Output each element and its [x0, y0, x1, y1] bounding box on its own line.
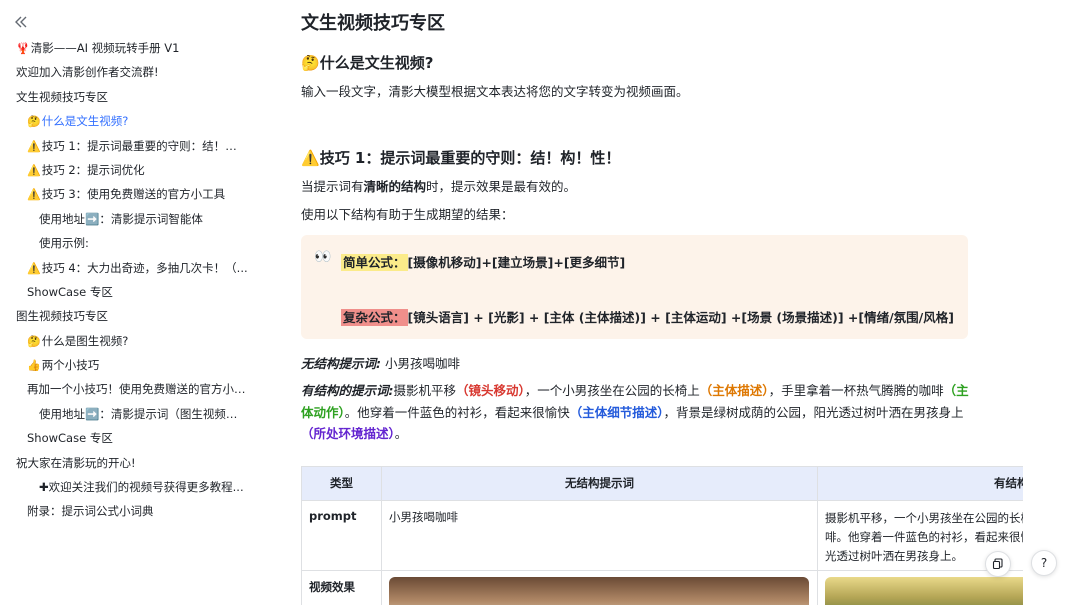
table-row: prompt 小男孩喝咖啡 摄影机平移，一个小男孩坐在公园的长椅上，手里拿着一杯…	[302, 501, 1023, 571]
toc-emoji-icon: 🤔	[27, 334, 41, 348]
sidebar-item-label: ShowCase 专区	[27, 431, 113, 446]
toc-emoji-icon: 🦞	[16, 42, 30, 55]
sidebar-item-label: 技巧 2：提示词优化	[41, 162, 145, 177]
table-cell: 小男孩喝咖啡	[382, 501, 818, 570]
table-header-cell: 类型	[302, 467, 382, 500]
sidebar-item[interactable]: 🤔什么是图生视频?	[0, 329, 262, 353]
sidebar-item-label: ✚欢迎关注我们的视频号获得更多教程...	[39, 480, 244, 495]
sidebar-item-label: 技巧 3：使用免费赠送的官方小工具	[41, 187, 226, 202]
simple-formula: 简单公式： [摄像机移动]+[建立场景]+[更多细节]	[341, 254, 626, 271]
table-header-cell: 无结构提示词	[382, 467, 818, 500]
sidebar-item-label: ShowCase 专区	[27, 284, 113, 299]
toc-emoji-icon: ⚠️	[27, 188, 41, 202]
unstructured-prompt-example: 无结构提示词: 小男孩喝咖啡	[301, 356, 460, 371]
sidebar-item-label: 清影——AI 视频玩转手册 V1	[30, 41, 180, 55]
sidebar-item[interactable]: 附录：提示词公式小词典	[0, 499, 262, 523]
tip1-paragraph-2: 使用以下结构有助于生成期望的结果：	[301, 207, 514, 222]
sidebar-item[interactable]: 祝大家在清影玩的开心!	[0, 451, 262, 475]
sidebar-item[interactable]: ⚠️技巧 4：大力出奇迹，多抽几次卡！（...	[0, 256, 262, 280]
toc-emoji-icon: 🤔	[27, 115, 41, 129]
eyes-icon: 👀	[314, 249, 332, 265]
sidebar-item-label: 技巧 4：大力出奇迹，多抽几次卡！（...	[41, 260, 248, 275]
sidebar-item[interactable]: 使用地址➡️：清影提示词智能体	[0, 207, 262, 231]
toc-list: 🦞清影——AI 视频玩转手册 V1 欢迎加入清影创作者交流群! 文生视频技巧专区 🤔什…	[0, 36, 262, 524]
sidebar-item[interactable]: 🤔什么是文生视频?	[0, 109, 262, 133]
help-circle-icon[interactable]: ?	[1031, 550, 1057, 576]
sidebar-item-label: 欢迎加入清影创作者交流群!	[16, 65, 159, 80]
sidebar-item[interactable]: ShowCase 专区	[0, 426, 262, 450]
toc-emoji-icon: 👍	[27, 359, 41, 373]
sidebar-item-label: 祝大家在清影玩的开心!	[16, 455, 136, 470]
sidebar-item[interactable]: 使用示例:	[0, 231, 262, 255]
complex-formula: 复杂公式： [镜头语言] + [光影] + [主体 (主体描述)] + [主体运动…	[341, 309, 954, 326]
sidebar-item[interactable]: ⚠️技巧 3：使用免费赠送的官方小工具	[0, 182, 262, 206]
sidebar-item-label: 文生视频技巧专区	[16, 89, 108, 104]
sidebar-item-label: 使用示例:	[39, 236, 89, 251]
sidebar-item[interactable]: 再加一个小技巧！使用免费赠送的官方小工具	[0, 377, 262, 401]
sidebar-item-label: 两个小技巧	[41, 358, 100, 373]
sidebar-item[interactable]: ⚠️技巧 1：提示词最重要的守则：结！构！性！	[0, 134, 262, 158]
structured-prompt-example: 有结构的提示词:摄影机平移（镜头移动），一个小男孩坐在公园的长椅上（主体描述），…	[301, 383, 969, 441]
sidebar-item[interactable]: 图生视频技巧专区	[0, 304, 262, 328]
table-cell-label: prompt	[302, 501, 382, 570]
table-row: 视频效果	[302, 571, 1023, 605]
sidebar-item[interactable]: ✚欢迎关注我们的视频号获得更多教程...	[0, 475, 262, 499]
comparison-table: 类型 无结构提示词 有结构 prompt 小男孩喝咖啡 摄影机平移，一个小男孩坐…	[301, 466, 1023, 605]
toc-emoji-icon: ⚠️	[27, 163, 41, 177]
sidebar-item-label: 使用地址➡️：清影提示词（图生视频专区）	[39, 406, 261, 421]
sidebar-item-label: 附录：提示词公式小词典	[27, 504, 154, 519]
sidebar-item[interactable]: 使用地址➡️：清影提示词（图生视频专区）	[0, 402, 262, 426]
section-heading-what-is: 🤔什么是文生视频?	[301, 54, 434, 72]
tip1-paragraph-1: 当提示词有清晰的结构时，提示效果是最有效的。	[301, 179, 577, 194]
sidebar-item-label: 什么是文生视频?	[41, 114, 129, 129]
sidebar-item-label: 使用地址➡️：清影提示词智能体	[39, 211, 203, 226]
sidebar-toc: 🦞清影——AI 视频玩转手册 V1 欢迎加入清影创作者交流群! 文生视频技巧专区 🤔什…	[0, 0, 262, 605]
table-cell	[382, 571, 818, 605]
warning-icon: ⚠️	[301, 149, 320, 167]
table-header-cell: 有结构	[818, 467, 1023, 500]
sidebar-item-label: 图生视频技巧专区	[16, 309, 108, 324]
table-cell-label: 视频效果	[302, 571, 382, 605]
formula-callout: 👀 简单公式： [摄像机移动]+[建立场景]+[更多细节] 复杂公式： [镜头语言]…	[301, 235, 968, 339]
thinking-face-icon: 🤔	[301, 54, 320, 72]
toc-emoji-icon: ⚠️	[27, 261, 41, 275]
sidebar-item[interactable]: ⚠️技巧 2：提示词优化	[0, 158, 262, 182]
sidebar-item[interactable]: 文生视频技巧专区	[0, 85, 262, 109]
sidebar-item-label: 再加一个小技巧！使用免费赠送的官方小工具	[27, 382, 257, 397]
sidebar-item-label: 什么是图生视频?	[41, 333, 129, 348]
copy-link-icon[interactable]	[985, 551, 1011, 577]
toc-emoji-icon: ⚠️	[27, 139, 41, 153]
sidebar-item-label: 技巧 1：提示词最重要的守则：结！构！性！	[41, 138, 262, 153]
section-body-what-is: 输入一段文字，清影大模型根据文本表达将您的文字转变为视频画面。	[301, 84, 689, 99]
document-body: 文生视频技巧专区 🤔什么是文生视频? 输入一段文字，清影大模型根据文本表达将您的…	[301, 0, 1080, 605]
video-thumbnail[interactable]	[825, 577, 1023, 605]
table-header-row: 类型 无结构提示词 有结构	[302, 467, 1023, 501]
sidebar-item[interactable]: 👍两个小技巧	[0, 353, 262, 377]
video-thumbnail[interactable]	[389, 577, 809, 605]
sidebar-item[interactable]: ShowCase 专区	[0, 280, 262, 304]
page-title: 文生视频技巧专区	[301, 13, 445, 34]
section-heading-tip1: ⚠️技巧 1：提示词最重要的守则：结！构！性！	[301, 149, 621, 167]
sidebar-item[interactable]: 🦞清影——AI 视频玩转手册 V1	[0, 36, 262, 60]
sidebar-item[interactable]: 欢迎加入清影创作者交流群!	[0, 60, 262, 84]
chevrons-left-icon[interactable]	[13, 14, 29, 30]
